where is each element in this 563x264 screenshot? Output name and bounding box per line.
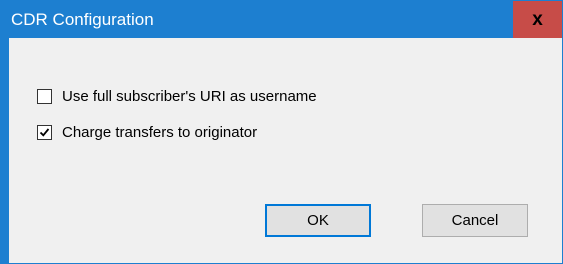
checkmark-icon <box>39 128 50 137</box>
option-use-full-uri[interactable]: Use full subscriber's URI as username <box>37 88 317 105</box>
cancel-button[interactable]: Cancel <box>422 204 528 237</box>
title-bar[interactable]: CDR Configuration x <box>1 1 562 38</box>
cdr-configuration-dialog: CDR Configuration x Use full subscriber'… <box>0 0 563 264</box>
option-charge-transfers[interactable]: Charge transfers to originator <box>37 124 257 141</box>
close-button[interactable]: x <box>513 1 562 38</box>
use-full-uri-checkbox[interactable] <box>37 89 52 104</box>
ok-button[interactable]: OK <box>265 204 371 237</box>
close-icon: x <box>532 8 543 30</box>
charge-transfers-label[interactable]: Charge transfers to originator <box>62 124 257 141</box>
dialog-body: Use full subscriber's URI as username Ch… <box>9 38 562 263</box>
dialog-title: CDR Configuration <box>11 10 154 29</box>
use-full-uri-label[interactable]: Use full subscriber's URI as username <box>62 88 317 105</box>
charge-transfers-checkbox[interactable] <box>37 125 52 140</box>
